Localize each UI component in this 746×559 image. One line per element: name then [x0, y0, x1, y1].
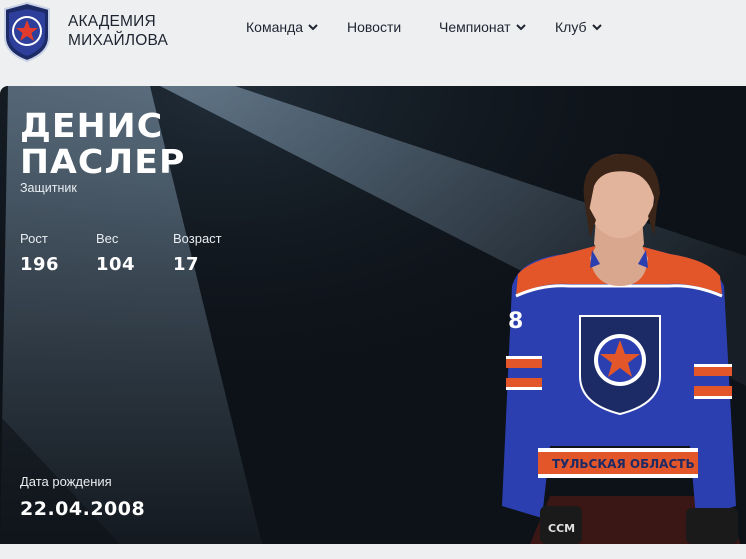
jersey-crest-icon — [579, 315, 661, 416]
player-first-name: ДЕНИС — [20, 106, 164, 145]
nav-item-club[interactable]: Клуб — [555, 19, 602, 35]
nav-item-label: Клуб — [555, 19, 587, 35]
player-photo: ТУЛЬСКАЯ ОБЛАСТЬ 8 CCM — [502, 153, 740, 544]
nav-item-label: Новости — [347, 19, 402, 35]
stat-label-age: Возраст — [173, 231, 222, 246]
page-bottom-strip — [0, 544, 746, 559]
player-hero: ДЕНИС ПАСЛЕР Защитник Рост 196 Вес 104 В… — [0, 86, 746, 544]
academy-crest-icon[interactable] — [2, 1, 52, 63]
brand-name[interactable]: АКАДЕМИЯ МИХАЙЛОВА — [68, 12, 168, 50]
site-header: АКАДЕМИЯ МИХАЙЛОВА Команда Новости Чемпи… — [0, 0, 746, 86]
nav-item-label: Чемпионат — [439, 19, 511, 35]
chevron-down-icon — [591, 24, 602, 31]
player-last-name: ПАСЛЕР — [20, 142, 186, 181]
nav-item-label: Команда — [246, 19, 304, 35]
birth-date-label: Дата рождения — [20, 474, 112, 489]
player-name: ДЕНИС ПАСЛЕР — [20, 108, 185, 180]
birth-date-value: 22.04.2008 — [20, 498, 146, 520]
stat-label-weight: Вес — [96, 231, 119, 246]
chevron-down-icon — [308, 24, 318, 31]
player-position: Защитник — [20, 181, 77, 195]
brand-line-2: МИХАЙЛОВА — [68, 32, 169, 49]
nav-item-championship[interactable]: Чемпионат — [439, 19, 526, 35]
stat-value-weight: 104 — [96, 254, 136, 275]
stat-value-age: 17 — [173, 254, 200, 275]
jersey-sleeve-number: 8 — [508, 309, 523, 334]
jersey-stripe-text: ТУЛЬСКАЯ ОБЛАСТЬ — [552, 457, 695, 471]
brand-line-1: АКАДЕМИЯ — [68, 13, 156, 30]
nav-item-team[interactable]: Команда — [246, 19, 318, 35]
nav-item-news[interactable]: Новости — [347, 19, 401, 35]
glove-brand-text: CCM — [548, 522, 575, 535]
stat-value-height: 196 — [20, 254, 60, 275]
stat-label-height: Рост — [20, 231, 48, 246]
chevron-down-icon — [515, 24, 526, 31]
